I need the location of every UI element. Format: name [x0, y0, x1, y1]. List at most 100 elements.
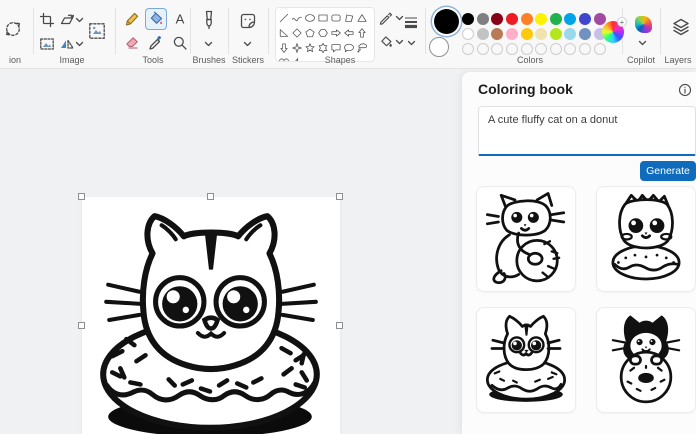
shape-curve-icon[interactable] — [290, 10, 303, 25]
shape-arrow-left-icon[interactable] — [342, 25, 355, 40]
generate-button[interactable]: Generate — [640, 161, 696, 181]
color-swatch[interactable] — [564, 28, 576, 40]
eyedropper-icon[interactable] — [145, 32, 167, 54]
shape-star-6-icon[interactable] — [316, 40, 329, 55]
color2-swatch[interactable] — [429, 37, 449, 57]
shape-hexagon-icon[interactable] — [316, 25, 329, 40]
color1-swatch[interactable] — [434, 9, 459, 34]
text-icon[interactable]: A — [169, 8, 191, 30]
shape-outline-icon[interactable] — [378, 10, 394, 26]
custom-color-slot[interactable] — [521, 43, 533, 55]
selection-handle-n[interactable] — [207, 193, 214, 200]
shape-right-triangle-icon[interactable] — [277, 25, 290, 40]
eraser-icon[interactable] — [121, 32, 143, 54]
shape-fill-chevron-icon[interactable] — [395, 39, 404, 45]
custom-color-slot[interactable] — [491, 43, 503, 55]
color-swatch[interactable] — [462, 28, 474, 40]
custom-color-slot[interactable] — [594, 43, 606, 55]
shape-pentagon-icon[interactable] — [303, 25, 316, 40]
canvas-image-cat-on-donut — [82, 197, 340, 434]
custom-color-slot[interactable] — [477, 43, 489, 55]
copilot-chevron-icon[interactable] — [638, 40, 647, 46]
resize-icon[interactable] — [86, 20, 108, 42]
shape-triangle-icon[interactable] — [355, 10, 368, 25]
color-wheel-icon[interactable]: + — [602, 21, 624, 43]
selection-handle-nw[interactable] — [78, 193, 85, 200]
thumbnail-cat-head-in-donut[interactable] — [476, 307, 576, 413]
shape-line-icon[interactable] — [277, 10, 290, 25]
thumbnail-cat-hugging-donut[interactable] — [476, 186, 576, 292]
thumbnail-tuxedo-cat-on-donut[interactable] — [596, 307, 696, 413]
selection-icon[interactable] — [2, 18, 24, 40]
color-swatch[interactable] — [491, 13, 503, 25]
add-color-icon[interactable]: + — [617, 17, 627, 27]
color-swatch[interactable] — [462, 13, 474, 25]
group-label-selection: ion — [0, 55, 30, 65]
selection-handle-e[interactable] — [336, 322, 343, 329]
stroke-size-chevron-icon[interactable] — [407, 40, 416, 46]
shape-star-5-icon[interactable] — [303, 40, 316, 55]
layers-icon[interactable] — [670, 16, 692, 38]
custom-color-slot[interactable] — [462, 43, 474, 55]
shape-arrow-right-icon[interactable] — [329, 25, 342, 40]
crop-icon[interactable] — [36, 9, 58, 31]
magnifier-icon[interactable] — [169, 32, 191, 54]
color-swatch[interactable] — [521, 28, 533, 40]
toolbar: ion Image A — [0, 0, 696, 69]
thumbnail-fluffy-cat-on-donut[interactable] — [596, 186, 696, 292]
fill-icon[interactable] — [145, 8, 167, 30]
stickers-chevron-icon[interactable] — [243, 41, 252, 47]
shapes-grid — [275, 7, 375, 62]
rotate-chevron-icon[interactable] — [75, 17, 84, 23]
shape-speech-rectangle-icon[interactable] — [329, 40, 342, 55]
shape-arrow-up-icon[interactable] — [355, 25, 368, 40]
flip-chevron-icon[interactable] — [75, 41, 84, 47]
select-icon[interactable] — [36, 33, 58, 55]
info-icon[interactable] — [678, 83, 692, 97]
pencil-icon[interactable] — [121, 8, 143, 30]
shape-polygon-icon[interactable] — [342, 10, 355, 25]
shape-thought-bubble-icon[interactable] — [355, 40, 368, 55]
color-swatch[interactable] — [491, 28, 503, 40]
brushes-chevron-icon[interactable] — [204, 41, 213, 47]
canvas[interactable] — [82, 197, 340, 434]
color-swatch[interactable] — [579, 13, 591, 25]
color-swatch[interactable] — [579, 28, 591, 40]
color-swatch[interactable] — [506, 28, 518, 40]
shape-star-4-icon[interactable] — [290, 40, 303, 55]
custom-color-slot[interactable] — [506, 43, 518, 55]
color-palette — [461, 11, 607, 56]
color-swatch[interactable] — [506, 13, 518, 25]
color-swatch[interactable] — [477, 13, 489, 25]
custom-color-slot[interactable] — [564, 43, 576, 55]
selection-handle-w[interactable] — [78, 322, 85, 329]
color-swatch[interactable] — [550, 13, 562, 25]
prompt-input[interactable]: A cute fluffy cat on a donut — [479, 107, 695, 154]
shape-diamond-icon[interactable] — [290, 25, 303, 40]
shape-heart-icon[interactable] — [277, 55, 290, 62]
group-label-image: Image — [36, 55, 108, 65]
brush-icon[interactable] — [198, 9, 220, 35]
shape-rounded-rectangle-icon[interactable] — [329, 10, 342, 25]
shape-oval-icon[interactable] — [303, 10, 316, 25]
custom-color-slot[interactable] — [579, 43, 591, 55]
selection-handle-ne[interactable] — [336, 193, 343, 200]
copilot-icon[interactable] — [632, 13, 654, 35]
color-swatch[interactable] — [594, 13, 606, 25]
sticker-icon[interactable] — [237, 10, 259, 32]
color-swatch[interactable] — [477, 28, 489, 40]
shape-fill-icon[interactable] — [378, 34, 394, 50]
color-swatch[interactable] — [564, 13, 576, 25]
custom-color-slot[interactable] — [535, 43, 547, 55]
color-swatch[interactable] — [550, 28, 562, 40]
custom-color-slot[interactable] — [550, 43, 562, 55]
color-swatch[interactable] — [535, 13, 547, 25]
color-swatch[interactable] — [521, 13, 533, 25]
stroke-size-icon[interactable] — [402, 13, 420, 31]
group-label-copilot: Copilot — [622, 55, 660, 65]
shape-rectangle-icon[interactable] — [316, 10, 329, 25]
color-swatch[interactable] — [535, 28, 547, 40]
shape-speech-oval-icon[interactable] — [342, 40, 355, 55]
shape-arrow-down-icon[interactable] — [277, 40, 290, 55]
cat-eye-left — [156, 278, 204, 326]
